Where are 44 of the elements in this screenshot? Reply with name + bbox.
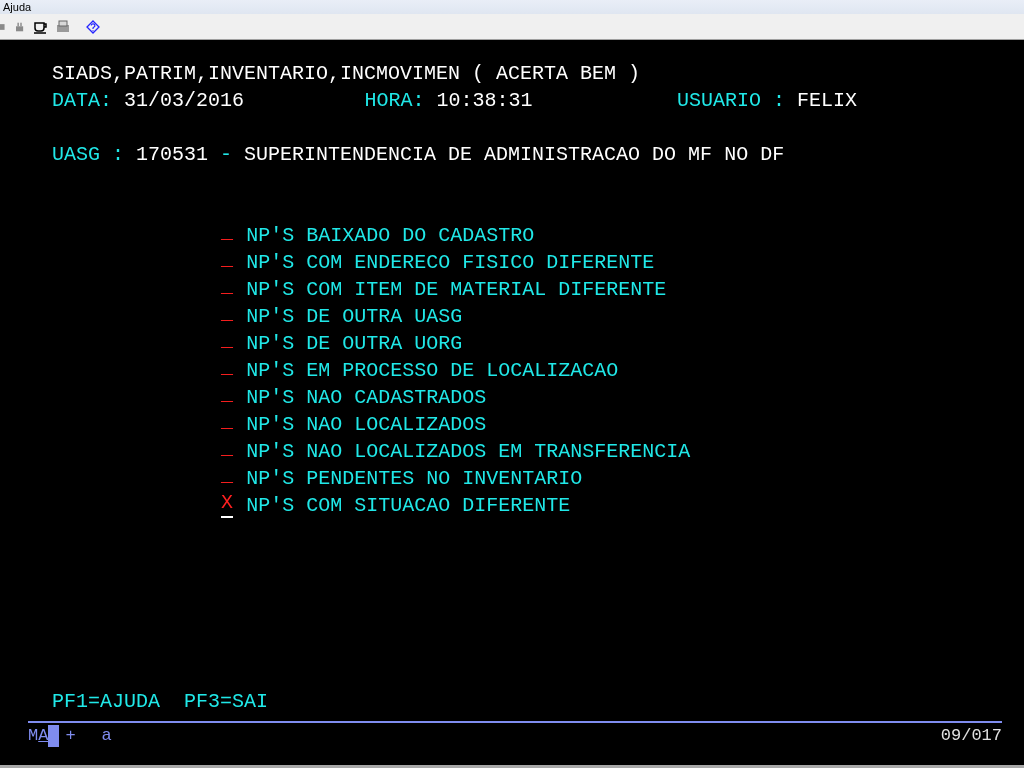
function-key-text: PF1=AJUDA xyxy=(52,688,161,715)
separator-text: - xyxy=(220,142,233,168)
option-label: NP'S NAO CADASTRADOS xyxy=(246,385,487,411)
shift-indicator: + xyxy=(65,726,76,746)
option-label: NP'S COM ENDERECO FISICO DIFERENTE xyxy=(246,250,655,276)
screen-title: SIADS,PATRIM,INVENTARIO,INCMOVIMEN ( ACERTA BEM ) xyxy=(52,61,641,87)
field-label: DATA: xyxy=(52,88,112,114)
field-value: SUPERINTENDENCIA DE ADMINISTRACAO DO MF NO DF xyxy=(244,142,785,168)
field-value: 31/03/2016 xyxy=(124,88,245,114)
entry-field[interactable]: _ xyxy=(221,357,233,383)
option-label: NP'S DE OUTRA UORG xyxy=(246,331,463,357)
option-label: NP'S COM ITEM DE MATERIAL DIFERENTE xyxy=(246,277,667,303)
option-label: NP'S EM PROCESSO DE LOCALIZACAO xyxy=(246,358,619,384)
entry-field[interactable]: _ xyxy=(221,411,233,437)
option-label: NP'S BAIXADO DO CADASTRO xyxy=(246,223,535,249)
option-label: NP'S NAO LOCALIZADOS EM TRANSFERENCIA xyxy=(246,439,691,465)
entry-field[interactable]: X xyxy=(221,492,233,518)
input-mode: a xyxy=(101,726,112,746)
cursor-block xyxy=(48,724,60,747)
field-label: HORA: xyxy=(364,88,425,114)
function-key-text: PF3=SAI xyxy=(184,688,269,715)
entry-field[interactable]: _ xyxy=(221,222,233,248)
field-label: UASG : xyxy=(52,142,124,168)
field-value: FELIX xyxy=(796,88,857,114)
cursor-position: 09/017 xyxy=(940,726,1002,746)
printer-icon[interactable] xyxy=(56,19,70,34)
entry-field[interactable]: _ xyxy=(221,276,233,302)
option-label: NP'S DE OUTRA UASG xyxy=(246,304,463,330)
entry-field[interactable]: _ xyxy=(221,384,233,410)
field-value: 170531 xyxy=(136,142,209,168)
entry-field[interactable]: _ xyxy=(221,303,233,329)
field-value: 10:38:31 xyxy=(436,88,533,114)
menu-item[interactable]: Ajuda xyxy=(3,1,32,13)
entry-field[interactable]: _ xyxy=(221,330,233,356)
field-label: USUARIO : xyxy=(676,88,785,114)
option-label: NP'S PENDENTES NO INVENTARIO xyxy=(246,466,583,492)
entry-field[interactable]: _ xyxy=(221,465,233,491)
entry-field[interactable]: _ xyxy=(221,438,233,464)
cup-icon[interactable] xyxy=(34,19,48,34)
option-label: NP'S NAO LOCALIZADOS xyxy=(246,412,487,438)
entry-field[interactable]: _ xyxy=(221,249,233,275)
status-indicator: MA xyxy=(28,726,49,746)
help-icon[interactable] xyxy=(86,19,100,34)
option-label: NP'S COM SITUACAO DIFERENTE xyxy=(246,493,571,519)
